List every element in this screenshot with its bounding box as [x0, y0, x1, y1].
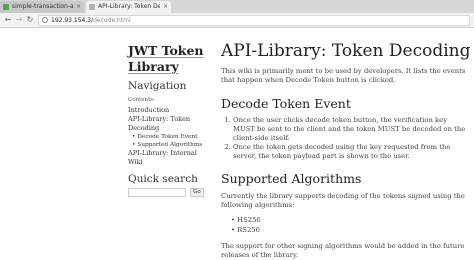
contents-label: Contents:	[128, 97, 155, 103]
page-title: API-Library: Token Decoding	[221, 41, 471, 61]
tab-label: API-Library: Token Decoding	[98, 3, 160, 10]
algorithms-list: HS256 RS256	[221, 215, 471, 235]
list-item: HS256	[231, 215, 471, 225]
supported-algorithms-heading: Supported Algorithms	[221, 171, 362, 186]
decode-steps-list: Once the user clicks decode token button…	[221, 116, 471, 161]
quick-search-heading: Quick search	[128, 173, 198, 185]
page-favicon-icon	[89, 4, 95, 10]
reload-icon[interactable]: ↻	[25, 15, 35, 25]
toc-link-decode-token-event[interactable]: Decode Token Event	[128, 133, 208, 141]
back-arrow-icon[interactable]: ←	[3, 15, 13, 25]
tab-token-decoding[interactable]: API-Library: Token Decoding ×	[86, 1, 171, 13]
tab-simple-transaction-api[interactable]: simple-transaction-api ×	[0, 1, 84, 13]
toc-link-introduction[interactable]: Introduction	[128, 106, 208, 115]
tab-label: simple-transaction-api	[12, 3, 74, 10]
table-of-contents: Introduction API-Library: Token Decoding…	[128, 106, 208, 167]
site-logo-link[interactable]: JWT Token Library	[128, 43, 208, 75]
close-tab-icon[interactable]: ×	[163, 1, 168, 13]
main-content: API-Library: Token Decoding This wiki is…	[221, 41, 471, 260]
browser-tab-bar: simple-transaction-api × API-Library: To…	[0, 0, 474, 13]
page-content: JWT Token Library Navigation Contents: I…	[0, 29, 474, 260]
algorithms-intro-paragraph: Currently the library supports decoding …	[221, 192, 465, 209]
list-item: Once the token gets decoded using the ke…	[233, 143, 471, 161]
forward-arrow-icon[interactable]: →	[14, 15, 24, 25]
quick-search-form: Go	[128, 188, 208, 198]
navigation-heading: Navigation	[128, 80, 187, 92]
url-host: 192.93.154.3/	[51, 17, 94, 24]
site-info-icon[interactable]	[42, 17, 48, 23]
list-item: Once the user clicks decode token button…	[233, 116, 471, 143]
intro-paragraph: This wiki is primarily ment to be used b…	[221, 67, 466, 84]
toc-link-internal-wiki[interactable]: API-Library: Internal Wiki	[128, 149, 208, 167]
list-item: RS256	[231, 225, 471, 235]
toc-link-token-decoding[interactable]: API-Library: Token Decoding	[128, 115, 208, 133]
close-tab-icon[interactable]: ×	[76, 1, 81, 13]
future-support-paragraph: The support for other signing algorithms…	[221, 242, 465, 259]
toc-link-supported-algorithms[interactable]: Supported Algorithms	[128, 141, 208, 149]
search-input[interactable]	[128, 188, 186, 197]
search-go-button[interactable]: Go	[190, 188, 204, 197]
address-bar[interactable]: 192.93.154.3/decode.html	[38, 15, 470, 26]
page-favicon-icon	[3, 4, 9, 10]
sidebar: JWT Token Library Navigation Contents: I…	[128, 43, 208, 198]
decode-token-event-heading: Decode Token Event	[221, 96, 351, 111]
url-path: decode.html	[93, 17, 131, 24]
browser-toolbar: ← → ↻ 192.93.154.3/decode.html	[0, 13, 474, 28]
